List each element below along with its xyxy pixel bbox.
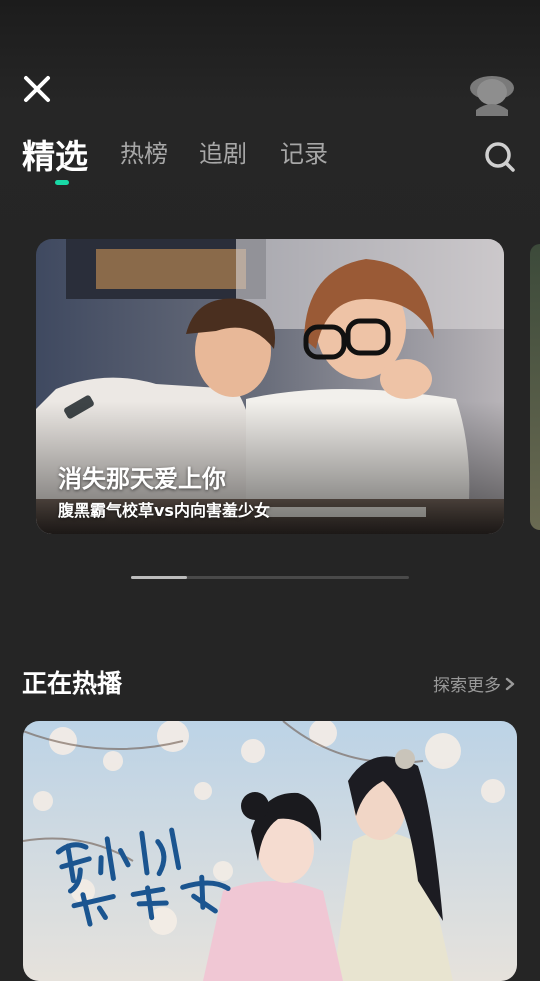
search-button[interactable] [482,139,518,175]
close-icon [24,76,50,102]
section-title: 正在热播 [22,669,123,698]
now-playing-poster[interactable] [23,721,517,981]
carousel-progress [131,576,187,579]
carousel-indicator [131,576,409,579]
close-button[interactable] [18,70,56,108]
banner-title: 消失那天爱上你 [58,465,226,493]
active-tab-indicator [55,180,69,185]
featured-banner[interactable]: 消失那天爱上你 腹黑霸气校草vs内向害羞少女 [36,239,504,534]
search-icon [485,142,515,172]
banner-subtitle: 腹黑霸气校草vs内向害羞少女 [58,501,270,520]
explore-more-label: 探索更多 [433,676,501,696]
avatar[interactable] [468,70,516,116]
explore-more-link[interactable]: 探索更多 [433,671,516,696]
avatar-icon [470,76,514,116]
chevron-right-icon [505,677,515,690]
poster-calligraphy [45,803,247,942]
tab-hot-list[interactable]: 热榜 [120,134,168,169]
tab-featured[interactable]: 精选 [22,130,88,178]
poster-title-logo [55,827,231,927]
tab-history[interactable]: 记录 [280,134,328,169]
tab-following[interactable]: 追剧 [199,134,247,169]
next-banner-peek[interactable] [530,244,540,530]
